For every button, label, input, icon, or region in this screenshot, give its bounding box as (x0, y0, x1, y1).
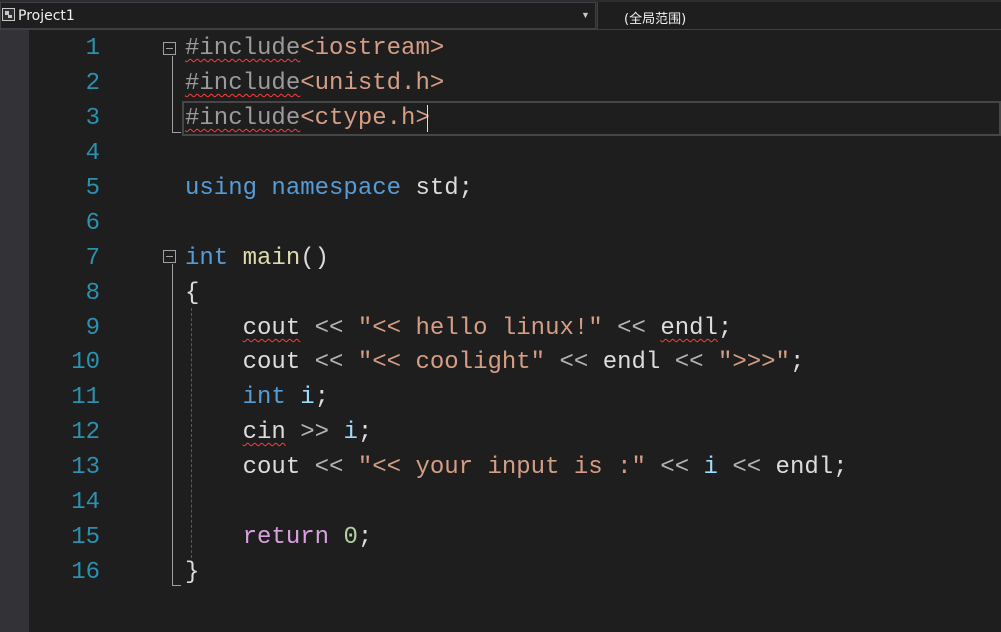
code-line[interactable]: 7 int main() (0, 241, 1001, 276)
line-number: 7 (85, 245, 100, 272)
operator: << (617, 315, 646, 342)
code-line[interactable]: 2 #include<unistd.h> (0, 66, 1001, 101)
line-number: 12 (71, 419, 100, 446)
text-caret (427, 105, 428, 132)
semicolon: ; (357, 524, 373, 551)
operator: << (314, 315, 344, 342)
scope-dropdown[interactable]: (全局范围) (597, 2, 1001, 29)
semicolon: ; (458, 175, 474, 202)
keyword: using (185, 175, 258, 202)
code-line[interactable]: 8 { (0, 276, 1001, 311)
semicolon: ; (789, 349, 805, 376)
code-line[interactable]: 13 cout << "<< your input is :" << i << … (0, 450, 1001, 485)
semicolon: ; (833, 454, 848, 481)
identifier: endl (602, 349, 661, 376)
semicolon: ; (717, 315, 733, 342)
preprocessor-directive: #include (185, 35, 301, 62)
parentheses: () (300, 245, 330, 272)
project-label: Project1 (18, 8, 75, 24)
line-number: 14 (71, 489, 100, 516)
operator: << (674, 349, 704, 376)
code-line[interactable]: 11 int i; (0, 380, 1001, 415)
semicolon: ; (357, 419, 373, 446)
project-icon (2, 8, 15, 21)
close-brace: } (185, 559, 200, 586)
semicolon: ; (314, 384, 330, 411)
line-number: 5 (85, 175, 100, 202)
line-number: 1 (85, 35, 100, 62)
identifier: cout (242, 315, 301, 342)
identifier: endl (660, 315, 718, 342)
preprocessor-directive: #include (185, 105, 301, 132)
string-literal: ">>>" (717, 349, 790, 376)
identifier: endl (775, 454, 834, 481)
line-number: 11 (71, 384, 100, 411)
code-line[interactable]: 14 (0, 485, 1001, 520)
keyword: return (242, 524, 330, 551)
include-target: <iostream> (300, 35, 445, 62)
identifier: cout (242, 454, 301, 481)
line-number: 9 (85, 315, 100, 342)
code-line[interactable]: 10 cout << "<< coolight" << endl << ">>>… (0, 345, 1001, 380)
operator: << (559, 349, 589, 376)
include-target: <unistd.h> (300, 70, 445, 97)
preprocessor-directive: #include (185, 70, 301, 97)
operator: << (314, 349, 344, 376)
line-number: 4 (85, 140, 100, 167)
code-line[interactable]: 16 } (0, 555, 1001, 590)
operator: << (314, 454, 344, 481)
project-dropdown[interactable]: Project1 ▼ (0, 2, 596, 29)
code-line[interactable]: 9 cout << "<< hello linux!" << endl; (0, 311, 1001, 346)
function-name: main (242, 245, 301, 272)
line-number: 2 (85, 70, 100, 97)
code-line[interactable]: 15 return 0; (0, 520, 1001, 555)
string-literal: "<< coolight" (357, 349, 546, 376)
variable: i (300, 384, 315, 411)
code-line[interactable]: 12 cin >> i; (0, 415, 1001, 450)
identifier: cin (242, 419, 286, 446)
operator: << (660, 454, 690, 481)
operator: << (732, 454, 762, 481)
keyword: int (185, 245, 229, 272)
string-literal: "<< hello linux!" (357, 315, 603, 342)
identifier: std (415, 175, 459, 202)
line-number: 6 (85, 210, 100, 237)
code-line[interactable]: 3 #include<ctype.h> (0, 101, 1001, 136)
variable: i (703, 454, 718, 481)
variable: i (343, 419, 358, 446)
include-target: <ctype.h> (300, 105, 430, 132)
line-number: 15 (71, 524, 100, 551)
line-number: 10 (71, 349, 100, 376)
code-line[interactable]: 5 using namespace std; (0, 171, 1001, 206)
code-line[interactable]: 1 #include<iostream> (0, 31, 1001, 66)
string-literal: "<< your input is :" (357, 454, 646, 481)
line-number: 8 (85, 280, 100, 307)
scope-label: (全局范围) (624, 12, 687, 27)
line-number: 13 (71, 454, 100, 481)
code-line[interactable]: 6 (0, 206, 1001, 241)
navigation-bar: Project1 ▼ (全局范围) (0, 0, 1001, 30)
code-line[interactable]: 4 (0, 136, 1001, 171)
operator: >> (300, 419, 330, 446)
keyword: int (242, 384, 286, 411)
line-number: 3 (85, 105, 100, 132)
chevron-down-icon[interactable]: ▼ (581, 10, 590, 20)
identifier: cout (242, 349, 301, 376)
open-brace: { (185, 280, 200, 307)
line-number: 16 (71, 559, 100, 586)
number-literal: 0 (343, 524, 358, 551)
keyword: namespace (271, 175, 402, 202)
